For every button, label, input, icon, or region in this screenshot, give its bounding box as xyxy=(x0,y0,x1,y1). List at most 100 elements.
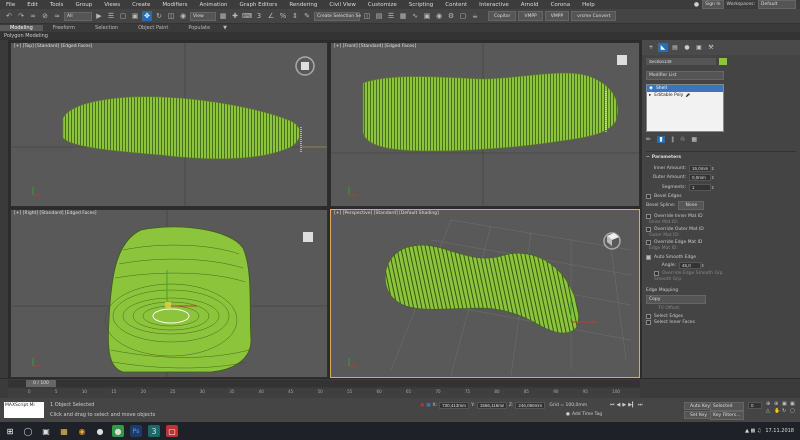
zoom-extents-icon[interactable]: ▣ xyxy=(782,401,789,407)
modify-tab-icon[interactable]: ◣ xyxy=(658,43,668,52)
edge-mapping-dropdown[interactable]: Copy xyxy=(646,295,706,304)
placement-icon[interactable]: ◉ xyxy=(178,11,188,21)
override-edge-checkbox[interactable] xyxy=(646,240,651,245)
override-outer-row[interactable]: Override Outer Mat ID xyxy=(646,227,796,232)
auto-smooth-row[interactable]: Auto Smooth Edge xyxy=(646,255,796,260)
select-edges-row[interactable]: Select Edges xyxy=(646,314,796,319)
window-crossing-icon[interactable]: ▣ xyxy=(130,11,140,21)
sign-in-button[interactable]: Sign In xyxy=(702,0,724,9)
zoom-extents-all-icon[interactable]: ▣ xyxy=(790,401,797,407)
time-slider[interactable]: 0 / 100 xyxy=(8,380,640,387)
pin-stack-icon[interactable]: ✏ xyxy=(646,136,651,143)
select-object-icon[interactable]: ▶ xyxy=(94,11,104,21)
tab-populate[interactable]: Populate xyxy=(178,25,220,31)
task-view-icon[interactable]: ▣ xyxy=(40,425,52,437)
override-edge-smooth-checkbox[interactable] xyxy=(654,271,659,276)
viewport-front[interactable]: [+] [Front] [Standard] [Edged Faces] xyxy=(330,42,640,207)
app-icon-3[interactable]: ▢ xyxy=(166,425,178,437)
pan-icon[interactable]: ✋ xyxy=(774,408,781,414)
lock-icon[interactable]: ▣ xyxy=(420,403,424,408)
maxscript-listener[interactable]: MAXScript Mi xyxy=(4,402,44,418)
show-end-result-icon[interactable]: ▮ xyxy=(657,136,666,143)
motion-tab-icon[interactable]: ● xyxy=(682,43,692,52)
expand-icon[interactable]: ▸ xyxy=(649,93,651,98)
override-edge-row[interactable]: Override Edge Mat ID xyxy=(646,240,796,245)
photoshop-icon[interactable]: Ps xyxy=(130,425,142,437)
render-frame-icon[interactable]: ▢ xyxy=(458,11,468,21)
fov-icon[interactable]: △ xyxy=(766,408,773,414)
go-to-end-icon[interactable]: ⏭ xyxy=(638,402,643,408)
menu-civil-view[interactable]: Civil View xyxy=(323,2,361,8)
menu-scripting[interactable]: Scripting xyxy=(403,2,439,8)
absolute-mode-icon[interactable]: ▦ xyxy=(426,403,430,408)
align-icon[interactable]: ▤ xyxy=(374,11,384,21)
zoom-all-icon[interactable]: ⊕ xyxy=(774,401,781,407)
redo-icon[interactable]: ↷ xyxy=(16,11,26,21)
spinner-snap-icon[interactable]: ⇕ xyxy=(290,11,300,21)
schematic-view-icon[interactable]: ▣ xyxy=(422,11,432,21)
tab-object-paint[interactable]: Object Paint xyxy=(128,25,178,31)
object-name-field[interactable] xyxy=(646,58,716,65)
spinner-icon[interactable]: ⇕ xyxy=(701,263,704,268)
material-editor-icon[interactable]: ◉ xyxy=(434,11,444,21)
key-filters-button[interactable]: Key Filters... xyxy=(710,411,744,420)
frame-counter[interactable]: 0 / 100 xyxy=(26,380,56,387)
override-inner-checkbox[interactable] xyxy=(646,214,651,219)
rollout-header[interactable]: − Parameters xyxy=(646,155,796,160)
outer-amount-field[interactable] xyxy=(689,174,711,181)
mirror-icon[interactable]: ◫ xyxy=(362,11,372,21)
copitor-button[interactable]: Copitor xyxy=(488,11,517,21)
modifier-list-dropdown[interactable]: Modifier List xyxy=(646,71,724,80)
bevel-edges-checkbox[interactable] xyxy=(646,194,651,199)
override-edge-smooth-row[interactable]: Override Edge Smooth Grp xyxy=(646,271,796,276)
curve-editor-icon[interactable]: ∿ xyxy=(410,11,420,21)
menu-rendering[interactable]: Rendering xyxy=(283,2,323,8)
rotate-icon[interactable]: ↻ xyxy=(154,11,164,21)
select-inner-faces-row[interactable]: Select Inner Faces xyxy=(646,320,796,325)
key-selection-dropdown[interactable]: Selected xyxy=(710,402,744,411)
override-inner-row[interactable]: Override Inner Mat ID xyxy=(646,214,796,219)
selection-filter-dropdown[interactable]: All xyxy=(64,11,92,21)
eye-icon[interactable]: ◉ xyxy=(649,86,653,91)
maximize-toggle-icon[interactable]: ▢ xyxy=(790,408,797,414)
scale-icon[interactable]: ◫ xyxy=(166,11,176,21)
time-tag-icon[interactable]: ● xyxy=(566,412,570,417)
named-selection-dropdown[interactable]: Create Selection Se xyxy=(314,11,361,21)
3dsmax-icon[interactable]: 3 xyxy=(148,425,160,437)
select-inner-faces-checkbox[interactable] xyxy=(646,320,651,325)
prev-frame-icon[interactable]: ◀ xyxy=(617,402,621,408)
snap-toggle-icon[interactable]: 3 xyxy=(254,11,264,21)
create-tab-icon[interactable]: + xyxy=(646,43,656,52)
menu-modifiers[interactable]: Modifiers xyxy=(156,2,193,8)
spinner-icon[interactable]: ⇕ xyxy=(711,175,714,180)
spinner-icon[interactable]: ⇕ xyxy=(711,166,714,171)
display-tab-icon[interactable]: ▣ xyxy=(694,43,704,52)
z-coord-field[interactable] xyxy=(515,402,546,409)
move-icon[interactable]: ✥ xyxy=(142,11,152,21)
vmpp-button-2[interactable]: VMPP xyxy=(544,11,570,21)
windows-start-icon[interactable]: ⊞ xyxy=(4,425,16,437)
make-unique-icon[interactable]: ∥ xyxy=(671,136,674,143)
zoom-icon[interactable]: ⊕ xyxy=(766,401,773,407)
menu-tools[interactable]: Tools xyxy=(44,2,70,8)
viewport-perspective[interactable]: [+] [Perspective] [Standard] [Default Sh… xyxy=(330,209,640,378)
clock-date[interactable]: 17.11.2018 xyxy=(765,428,794,434)
menu-create[interactable]: Create xyxy=(126,2,156,8)
menu-help[interactable]: Help xyxy=(576,2,601,8)
viewport-right[interactable]: [+] [Right] [Standard] [Edged Faces] xyxy=(10,209,328,378)
viewport-top[interactable]: [+] [Top] [Standard] [Edged Faces] xyxy=(10,42,328,207)
bevel-spline-button[interactable]: None xyxy=(678,201,705,210)
menu-graph-editors[interactable]: Graph Editors xyxy=(234,2,284,8)
tray-icons[interactable]: ▲ ▩ ♫ xyxy=(745,428,761,434)
percent-snap-icon[interactable]: % xyxy=(278,11,288,21)
next-frame-icon[interactable]: ▶▎ xyxy=(628,402,636,408)
menu-views[interactable]: Views xyxy=(98,2,126,8)
workspace-dropdown[interactable]: Default xyxy=(758,0,796,9)
object-color-swatch[interactable] xyxy=(719,58,727,65)
hierarchy-tab-icon[interactable]: ▤ xyxy=(670,43,680,52)
select-edges-checkbox[interactable] xyxy=(646,314,651,319)
app-icon-2[interactable]: ● xyxy=(112,425,124,437)
menu-interactive[interactable]: Interactive xyxy=(473,2,515,8)
viewcube-icon[interactable] xyxy=(611,49,633,71)
add-time-tag-button[interactable]: Add Time Tag xyxy=(572,412,602,417)
